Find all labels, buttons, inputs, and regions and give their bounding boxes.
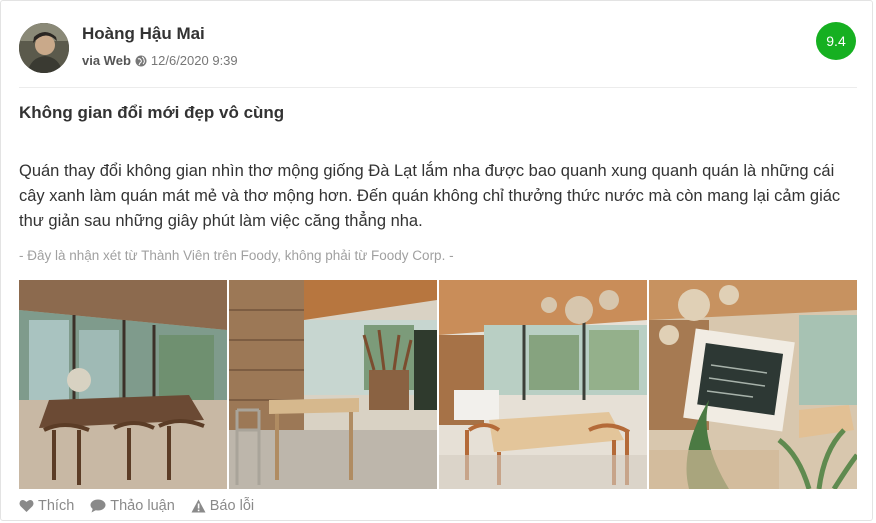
divider (19, 87, 857, 88)
discuss-button[interactable]: Thảo luận (90, 498, 175, 514)
review-body: Quán thay đổi không gian nhìn thơ mộng g… (19, 162, 841, 230)
review-disclaimer: - Đây là nhận xét từ Thành Viên trên Foo… (19, 248, 454, 263)
review-meta: via Web 12/6/2020 9:39 (82, 53, 238, 68)
review-photo[interactable] (19, 280, 227, 489)
photo-gallery (19, 280, 857, 489)
via-source: via Web (82, 53, 131, 68)
review-title[interactable]: Không gian đổi mới đẹp vô cùng (19, 103, 284, 123)
comment-icon (90, 499, 106, 513)
review-photo[interactable] (229, 280, 437, 489)
report-label: Báo lỗi (209, 498, 255, 514)
review-card: Hoàng Hậu Mai via Web 12/6/2020 9:39 9.4… (0, 0, 873, 521)
heart-icon (19, 499, 34, 512)
warning-icon (191, 499, 206, 513)
review-datetime[interactable]: 12/6/2020 9:39 (151, 53, 238, 68)
globe-icon (135, 55, 147, 66)
review-photo[interactable] (439, 280, 647, 489)
discuss-label: Thảo luận (110, 498, 175, 514)
review-photo[interactable] (649, 280, 857, 489)
avatar[interactable] (19, 23, 69, 73)
like-button[interactable]: Thích (19, 498, 74, 514)
author-name[interactable]: Hoàng Hậu Mai (82, 24, 205, 44)
review-actions: Thích Thảo luận Báo lỗi (19, 498, 254, 514)
report-button[interactable]: Báo lỗi (191, 498, 254, 514)
score-badge: 9.4 (816, 22, 856, 60)
like-label: Thích (38, 498, 75, 514)
